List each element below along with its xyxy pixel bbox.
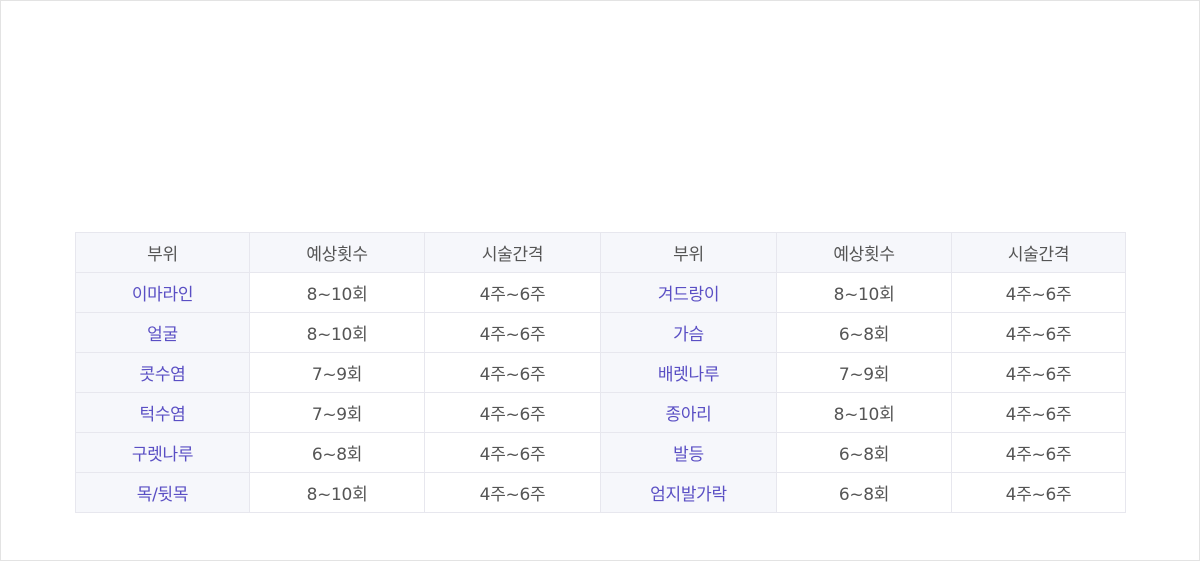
count-cell: 6~8회 bbox=[776, 432, 952, 473]
header-part-left: 부위 bbox=[75, 232, 250, 273]
part-cell: 목/뒷목 bbox=[75, 472, 250, 513]
count-cell: 8~10회 bbox=[249, 272, 425, 313]
part-cell: 발등 bbox=[600, 432, 777, 473]
interval-cell: 4주~6주 bbox=[951, 472, 1126, 513]
count-cell: 8~10회 bbox=[776, 392, 952, 433]
part-cell: 콧수염 bbox=[75, 352, 250, 393]
interval-cell: 4주~6주 bbox=[424, 352, 601, 393]
interval-cell: 4주~6주 bbox=[424, 392, 601, 433]
header-count-right: 예상횟수 bbox=[776, 232, 952, 273]
interval-cell: 4주~6주 bbox=[951, 432, 1126, 473]
part-cell: 턱수염 bbox=[75, 392, 250, 433]
count-cell: 8~10회 bbox=[249, 472, 425, 513]
count-cell: 7~9회 bbox=[776, 352, 952, 393]
part-cell: 엄지발가락 bbox=[600, 472, 777, 513]
part-cell: 이마라인 bbox=[75, 272, 250, 313]
count-cell: 6~8회 bbox=[776, 312, 952, 353]
interval-cell: 4주~6주 bbox=[951, 312, 1126, 353]
treatment-table: 부위 예상횟수 시술간격 부위 예상횟수 시술간격 이마라인 8~10회 4주~… bbox=[75, 232, 1126, 513]
part-cell: 겨드랑이 bbox=[600, 272, 777, 313]
count-cell: 8~10회 bbox=[249, 312, 425, 353]
part-cell: 배렛나루 bbox=[600, 352, 777, 393]
header-interval-left: 시술간격 bbox=[424, 232, 601, 273]
table-row: 구렛나루 6~8회 4주~6주 발등 6~8회 4주~6주 bbox=[75, 432, 1126, 473]
part-cell: 얼굴 bbox=[75, 312, 250, 353]
interval-cell: 4주~6주 bbox=[951, 272, 1126, 313]
count-cell: 6~8회 bbox=[249, 432, 425, 473]
table-row: 얼굴 8~10회 4주~6주 가슴 6~8회 4주~6주 bbox=[75, 312, 1126, 353]
interval-cell: 4주~6주 bbox=[951, 392, 1126, 433]
table-row: 턱수염 7~9회 4주~6주 종아리 8~10회 4주~6주 bbox=[75, 392, 1126, 433]
interval-cell: 4주~6주 bbox=[424, 272, 601, 313]
interval-cell: 4주~6주 bbox=[951, 352, 1126, 393]
header-count-left: 예상횟수 bbox=[249, 232, 425, 273]
interval-cell: 4주~6주 bbox=[424, 472, 601, 513]
table-row: 콧수염 7~9회 4주~6주 배렛나루 7~9회 4주~6주 bbox=[75, 352, 1126, 393]
table-row: 목/뒷목 8~10회 4주~6주 엄지발가락 6~8회 4주~6주 bbox=[75, 472, 1126, 513]
count-cell: 7~9회 bbox=[249, 392, 425, 433]
table-header-row: 부위 예상횟수 시술간격 부위 예상횟수 시술간격 bbox=[75, 232, 1126, 273]
interval-cell: 4주~6주 bbox=[424, 432, 601, 473]
count-cell: 7~9회 bbox=[249, 352, 425, 393]
content-frame: 부위 예상횟수 시술간격 부위 예상횟수 시술간격 이마라인 8~10회 4주~… bbox=[0, 0, 1200, 561]
table-row: 이마라인 8~10회 4주~6주 겨드랑이 8~10회 4주~6주 bbox=[75, 272, 1126, 313]
interval-cell: 4주~6주 bbox=[424, 312, 601, 353]
header-interval-right: 시술간격 bbox=[951, 232, 1126, 273]
part-cell: 종아리 bbox=[600, 392, 777, 433]
header-part-right: 부위 bbox=[600, 232, 777, 273]
count-cell: 8~10회 bbox=[776, 272, 952, 313]
part-cell: 가슴 bbox=[600, 312, 777, 353]
count-cell: 6~8회 bbox=[776, 472, 952, 513]
part-cell: 구렛나루 bbox=[75, 432, 250, 473]
